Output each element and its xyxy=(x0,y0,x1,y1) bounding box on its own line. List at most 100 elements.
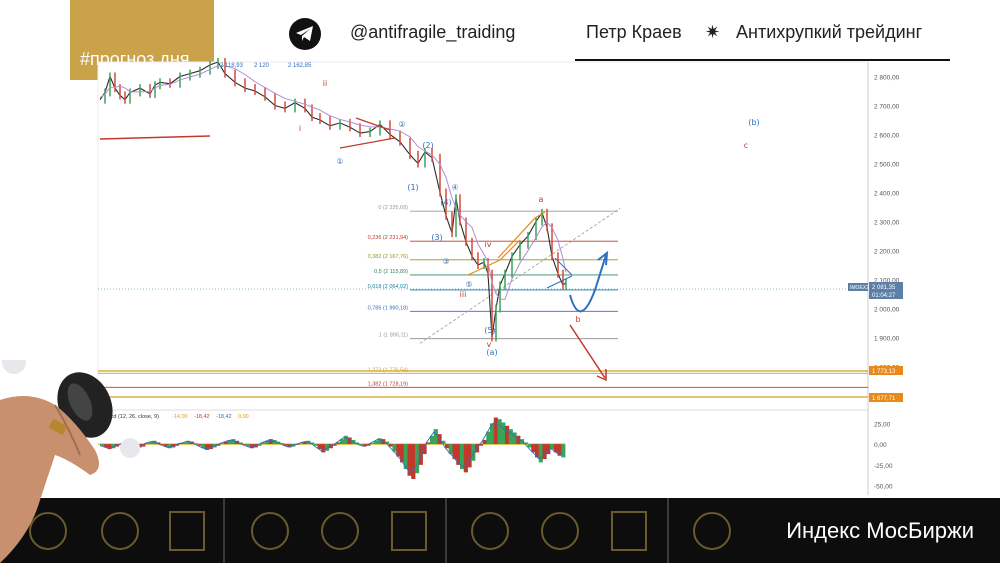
macd-bar xyxy=(295,444,300,445)
macd-bar xyxy=(220,443,225,445)
macd-bar xyxy=(370,443,375,445)
moving-average-line xyxy=(99,65,567,300)
macd-bar xyxy=(163,444,168,447)
bullish-forecast-arrow xyxy=(569,254,607,313)
top-price-label: 2 118,93 xyxy=(220,63,244,69)
last-price-badge xyxy=(869,282,903,299)
wave-label: ii xyxy=(323,79,327,88)
wave-label: iv xyxy=(485,240,492,249)
macd-bar xyxy=(190,441,195,445)
price-tick-label: 2 500,00 xyxy=(874,162,900,169)
triangle-pattern xyxy=(339,117,396,149)
ticker-badge xyxy=(848,283,868,291)
macd-bar xyxy=(283,444,288,446)
macd-bar xyxy=(246,444,251,447)
wave-label: (1) xyxy=(407,183,418,192)
macd-bar xyxy=(546,444,551,455)
macd-bar xyxy=(452,444,457,460)
tag-badge: #прогноз дня xyxy=(70,0,214,80)
macd-bar xyxy=(463,444,468,473)
macd-bar xyxy=(242,444,247,445)
macd-bar xyxy=(433,429,438,445)
bullish-arrow-head xyxy=(597,250,609,266)
fib-level-label: 0,786 (1 990,18) xyxy=(368,305,409,311)
macd-bar xyxy=(160,444,165,445)
macd-bar xyxy=(317,444,322,450)
fib-level-label: 1,272 (1 776,54) xyxy=(368,367,409,373)
macd-bar xyxy=(508,429,513,445)
macd-bar xyxy=(400,444,405,463)
macd-bar xyxy=(347,437,352,445)
macd-value: 0,00 xyxy=(238,414,249,420)
macd-bar xyxy=(478,444,483,446)
macd-bar xyxy=(302,441,307,445)
macd-bar xyxy=(261,442,266,445)
macd-bar xyxy=(340,439,345,445)
end-triangle xyxy=(546,257,573,289)
macd-signal-line xyxy=(99,422,562,473)
fib-level-label: 0,5 (2 115,89) xyxy=(374,269,408,275)
price-tick-label: 2 300,00 xyxy=(874,220,900,227)
macd-bar xyxy=(392,444,397,452)
macd-bar xyxy=(430,435,435,445)
level-price-badge xyxy=(869,366,903,375)
price-line xyxy=(99,61,567,338)
macd-bar xyxy=(501,422,506,445)
tag-label: #прогноз дня xyxy=(80,49,190,69)
wave-label: ③ xyxy=(442,257,449,266)
wave-label: (b) xyxy=(748,118,759,127)
macd-bar xyxy=(441,440,446,445)
wedge-pattern xyxy=(467,211,546,276)
level-price-value: 1 773,13 xyxy=(872,369,896,375)
macd-bar xyxy=(505,425,510,445)
macd-value: -14,00 xyxy=(172,414,188,420)
macd-bar xyxy=(201,444,206,449)
macd-bar xyxy=(223,441,228,445)
wave-label: (a) xyxy=(486,348,497,357)
macd-bar xyxy=(328,444,333,449)
macd-bar xyxy=(471,444,476,461)
header-divider xyxy=(575,59,950,61)
macd-bar xyxy=(456,444,461,465)
hand-with-mouse-illustration xyxy=(0,360,140,563)
macd-tick-label: -25,00 xyxy=(874,463,893,470)
macd-bar xyxy=(257,444,262,446)
macd-bar xyxy=(381,439,386,445)
project-name: Антихрупкий трейдинг xyxy=(736,22,923,42)
bearish-forecast-arrow xyxy=(569,324,606,379)
top-price-label: 2 120 xyxy=(254,63,270,69)
macd-bar xyxy=(358,444,363,445)
level-price-value: 1 677,71 xyxy=(872,396,896,402)
macd-bar xyxy=(418,444,423,465)
macd-bar xyxy=(280,443,285,445)
macd-bar xyxy=(467,444,472,468)
trend-line xyxy=(419,208,621,344)
wave-label: iii xyxy=(460,290,467,299)
wave-label: ① xyxy=(336,157,343,166)
macd-bar xyxy=(272,439,277,445)
macd-tick-label: -50,00 xyxy=(874,484,893,491)
macd-bar xyxy=(265,440,270,445)
telegram-icon[interactable] xyxy=(289,18,321,50)
wave-label: (3) xyxy=(431,233,442,242)
macd-bar xyxy=(287,444,292,448)
channel-handle[interactable]: @antifragile_traiding xyxy=(350,22,515,43)
macd-bar xyxy=(385,441,390,445)
wave-label: a xyxy=(539,195,544,204)
macd-bar xyxy=(373,440,378,445)
macd-bar xyxy=(193,443,198,445)
author-name: Петр Краев xyxy=(586,22,682,42)
macd-bar xyxy=(197,444,202,446)
macd-bar xyxy=(250,444,255,449)
macd-bar xyxy=(377,438,382,445)
macd-bar xyxy=(553,444,558,453)
macd-bar xyxy=(351,439,356,445)
macd-bar xyxy=(561,444,566,458)
macd-bar xyxy=(538,444,543,463)
wave-label: (2) xyxy=(422,141,433,150)
macd-bar xyxy=(238,442,243,445)
macd-bar xyxy=(276,441,281,445)
ticker-label: IMOEX2 xyxy=(850,285,869,291)
macd-tick-label: 0,00 xyxy=(874,442,887,449)
macd-bar xyxy=(497,419,502,445)
